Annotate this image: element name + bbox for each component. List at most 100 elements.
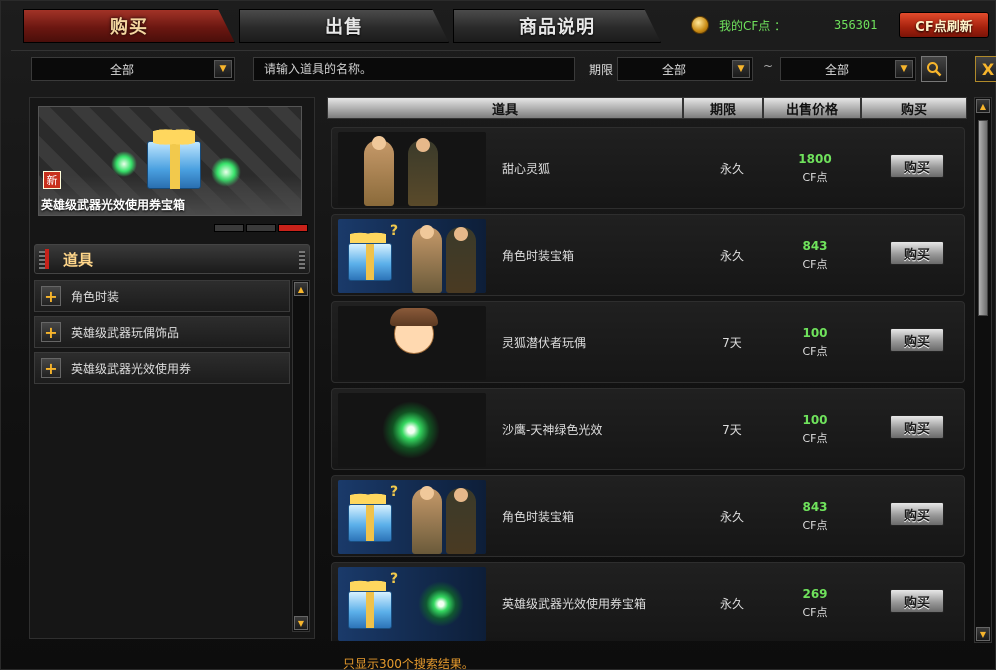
- table-row[interactable]: ? 角色时装宝箱 永久 843 CF点 购买: [331, 475, 965, 557]
- question-mark-icon: ?: [390, 571, 399, 587]
- item-name: 英雄级武器光效使用券宝箱: [502, 597, 647, 611]
- item-list-scrollbar[interactable]: ▲ ▼: [974, 97, 992, 643]
- cf-refresh-button[interactable]: CF点刷新: [899, 12, 989, 38]
- table-row[interactable]: 沙鹰-天神绿色光效 7天 100 CF点 购买: [331, 388, 965, 470]
- item-name: 甜心灵狐: [502, 162, 551, 176]
- buy-button[interactable]: 购买: [890, 415, 944, 439]
- item-thumbnail: [338, 393, 486, 467]
- cf-points-display: 我的CF点 ： 356301: [691, 15, 877, 35]
- category-item-label: 角色时装: [71, 289, 120, 304]
- category-scrollbar[interactable]: ▲ ▼: [292, 280, 310, 632]
- category-item-label: 英雄级武器玩偶饰品: [71, 325, 180, 340]
- scroll-down-icon[interactable]: ▼: [294, 616, 308, 630]
- tab-buy[interactable]: 购买: [23, 9, 235, 43]
- tab-sell[interactable]: 出售: [239, 9, 449, 43]
- item-price: 100: [802, 413, 828, 427]
- price-unit: CF点: [802, 606, 828, 619]
- character-head-icon: [454, 488, 468, 502]
- preview-page-1[interactable]: [214, 224, 244, 232]
- scroll-up-icon[interactable]: ▲: [294, 282, 308, 296]
- expand-plus-icon[interactable]: +: [41, 286, 61, 306]
- green-glow-icon: [111, 151, 137, 177]
- question-mark-icon: ?: [390, 484, 399, 500]
- item-price: 843: [802, 239, 828, 253]
- search-input[interactable]: [253, 57, 575, 81]
- preview-page-3[interactable]: [278, 224, 308, 232]
- gift-box-icon: [348, 504, 392, 542]
- table-header: 道具 期限 出售价格 购买: [327, 97, 967, 119]
- buy-button[interactable]: 购买: [890, 154, 944, 178]
- item-thumbnail: ?: [338, 480, 486, 554]
- column-header-buy: 购买: [861, 97, 967, 119]
- gift-bow-icon: [153, 125, 195, 145]
- item-period: 7天: [722, 336, 742, 350]
- period-to-select[interactable]: 全部 ▼: [780, 57, 916, 81]
- table-row[interactable]: ? 英雄级武器光效使用券宝箱 永久 269 CF点 购买: [331, 562, 965, 641]
- green-glow-icon: [418, 581, 464, 627]
- category-header-title: 道具: [63, 250, 94, 269]
- featured-item-preview[interactable]: 新 英雄级武器光效使用券宝箱: [38, 106, 302, 216]
- item-thumbnail: [338, 306, 486, 380]
- item-period: 永久: [719, 510, 744, 524]
- green-glow-icon: [382, 401, 440, 459]
- search-button[interactable]: [921, 56, 947, 82]
- period-from-select[interactable]: 全部 ▼: [617, 57, 753, 81]
- item-thumbnail: ?: [338, 567, 486, 641]
- grip-icon: [299, 251, 305, 269]
- gift-box-icon: [147, 141, 201, 189]
- buy-button[interactable]: 购买: [890, 589, 944, 613]
- grip-icon: [39, 251, 45, 269]
- scroll-down-icon[interactable]: ▼: [976, 627, 990, 641]
- item-price: 843: [802, 500, 828, 514]
- column-header-period[interactable]: 期限: [683, 97, 763, 119]
- item-price: 269: [802, 587, 828, 601]
- item-list: 甜心灵狐 永久 1800 CF点 购买 ? 角色时装宝箱 永久 843 CF点 …: [327, 123, 969, 641]
- category-item-label: 英雄级武器光效使用券: [71, 361, 192, 376]
- price-unit: CF点: [802, 171, 828, 184]
- search-icon: [927, 62, 942, 77]
- header-accent: [45, 249, 49, 269]
- buy-button[interactable]: 购买: [890, 241, 944, 265]
- category-item[interactable]: + 英雄级武器玩偶饰品: [34, 316, 290, 348]
- item-period: 永久: [719, 597, 744, 611]
- price-unit: CF点: [802, 432, 828, 445]
- chevron-down-icon[interactable]: ▼: [895, 60, 913, 78]
- shop-window: 购买 出售 商品说明 我的CF点 ： 356301 CF点刷新 全部 ▼ 期限 …: [0, 0, 996, 670]
- chevron-down-icon[interactable]: ▼: [214, 60, 232, 78]
- cf-points-value: 356301: [834, 18, 878, 32]
- item-period: 永久: [719, 249, 744, 263]
- tab-item-description[interactable]: 商品说明: [453, 9, 661, 43]
- buy-button[interactable]: 购买: [890, 502, 944, 526]
- doll-hat-icon: [390, 308, 438, 326]
- item-period: 7天: [722, 423, 742, 437]
- preview-page-2[interactable]: [246, 224, 276, 232]
- gift-box-icon: [348, 591, 392, 629]
- category-select[interactable]: 全部 ▼: [31, 57, 235, 81]
- expand-plus-icon[interactable]: +: [41, 358, 61, 378]
- expand-plus-icon[interactable]: +: [41, 322, 61, 342]
- table-row[interactable]: 灵狐潜伏者玩偶 7天 100 CF点 购买: [331, 301, 965, 383]
- scroll-up-icon[interactable]: ▲: [976, 99, 990, 113]
- column-header-price[interactable]: 出售价格: [763, 97, 861, 119]
- character-head-icon: [420, 486, 434, 500]
- column-header-item[interactable]: 道具: [327, 97, 683, 119]
- category-header: 道具: [34, 244, 310, 274]
- character-head-icon: [420, 225, 434, 239]
- item-price: 100: [802, 326, 828, 340]
- category-item[interactable]: + 英雄级武器光效使用券: [34, 352, 290, 384]
- item-name: 沙鹰-天神绿色光效: [502, 423, 603, 437]
- table-row[interactable]: ? 角色时装宝箱 永久 843 CF点 购买: [331, 214, 965, 296]
- cf-points-label: 我的CF点 ：: [719, 18, 787, 33]
- category-item[interactable]: + 角色时装: [34, 280, 290, 312]
- filter-bar: 全部 ▼ 期限 全部 ▼ ~ 全部 ▼ X: [11, 50, 996, 86]
- scrollbar-thumb[interactable]: [978, 120, 988, 316]
- close-button[interactable]: X: [975, 56, 996, 82]
- left-panel: 新 英雄级武器光效使用券宝箱 道具 + 角色时装 + 英雄级武器玩偶饰品 + 英…: [29, 97, 315, 639]
- item-period: 永久: [719, 162, 744, 176]
- item-name: 角色时装宝箱: [502, 510, 575, 524]
- price-unit: CF点: [802, 519, 828, 532]
- period-from-value: 全部: [661, 62, 686, 77]
- chevron-down-icon[interactable]: ▼: [732, 60, 750, 78]
- buy-button[interactable]: 购买: [890, 328, 944, 352]
- table-row[interactable]: 甜心灵狐 永久 1800 CF点 购买: [331, 127, 965, 209]
